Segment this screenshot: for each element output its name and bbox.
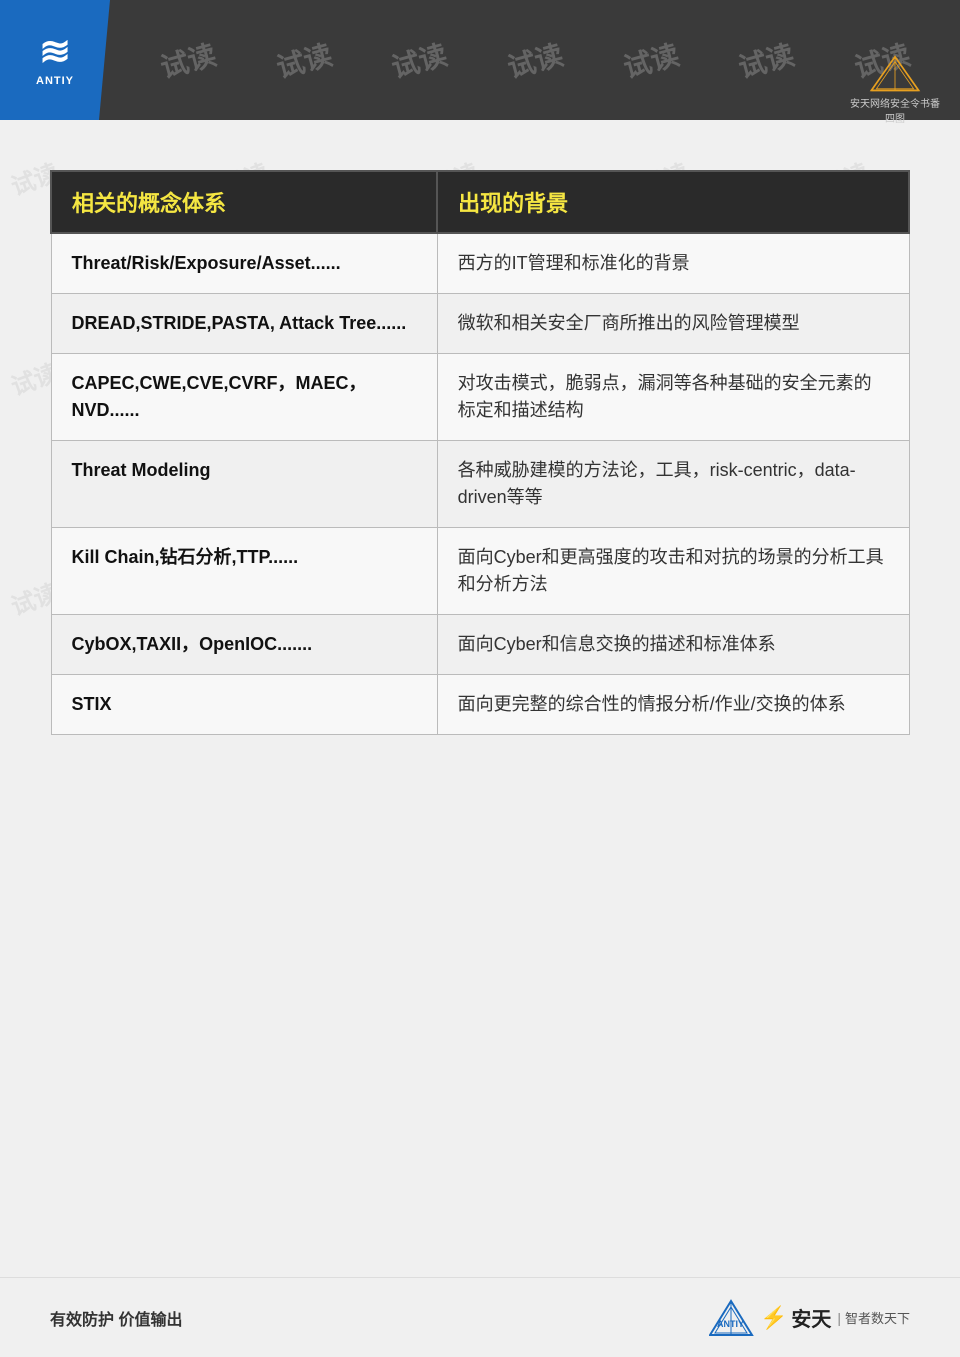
cell-col1-3: Threat Modeling [51,441,437,528]
main-content: 试读 试读 试读 试读 试读 试读 试读 试读 试读 试读 试读 试读 试读 试… [0,120,960,765]
cell-col1-5: CybOX,TAXII，OpenIOC....... [51,615,437,675]
footer: 有效防护 价值输出 ANTIY ⚡ 安天 | 智者数天下 [0,1277,960,1357]
cell-col2-4: 面向Cyber和更高强度的攻击和对抗的场景的分析工具和分析方法 [437,528,909,615]
logo-block: ≋ ANTIY [0,0,110,120]
footer-logo-main: ⚡ 安天 | 智者数天下 [760,1303,910,1332]
table-row: Threat Modeling各种威胁建模的方法论，工具，risk-centri… [51,441,909,528]
cell-col1-6: STIX [51,675,437,735]
footer-logo-sub: 智者数天下 [845,1308,910,1327]
logo-text: ANTIY [36,75,74,87]
cell-col2-0: 西方的IT管理和标准化的背景 [437,233,909,294]
header: ≋ ANTIY 试读 试读 试读 试读 试读 试读 试读 安天网络安全令书番四图 [0,0,960,120]
brand-logo: 安天网络安全令书番四图 [850,55,940,125]
col2-header: 出现的背景 [437,171,909,233]
logo-icon: ≋ [39,33,71,71]
cell-col1-4: Kill Chain,钻石分析,TTP...... [51,528,437,615]
cell-col2-1: 微软和相关安全厂商所推出的风险管理模型 [437,294,909,354]
table-row: CAPEC,CWE,CVE,CVRF，MAEC，NVD......对攻击模式，脆… [51,354,909,441]
svg-text:ANTIY: ANTIY [717,1319,744,1329]
concept-table: 相关的概念体系 出现的背景 Threat/Risk/Exposure/Asset… [50,170,910,735]
cell-col1-1: DREAD,STRIDE,PASTA, Attack Tree...... [51,294,437,354]
table-row: Threat/Risk/Exposure/Asset......西方的IT管理和… [51,233,909,294]
header-brand: 安天网络安全令书番四图 [850,55,940,125]
cell-col1-2: CAPEC,CWE,CVE,CVRF，MAEC，NVD...... [51,354,437,441]
watermark-4: 试读 [503,33,567,86]
table-row: STIX面向更完整的综合性的情报分析/作业/交换的体系 [51,675,909,735]
watermark-2: 试读 [271,33,335,86]
cell-col2-5: 面向Cyber和信息交换的描述和标准体系 [437,615,909,675]
footer-divider: | [837,1310,841,1326]
footer-logo-name: 安天 [791,1303,831,1332]
table-header-row: 相关的概念体系 出现的背景 [51,171,909,233]
watermark-6: 试读 [734,33,798,86]
header-watermarks: 试读 试读 试读 试读 试读 试读 试读 安天网络安全令书番四图 [110,40,960,80]
footer-icon-bolt: ⚡ [760,1305,787,1331]
watermark-1: 试读 [156,33,220,86]
footer-tagline: 有效防护 价值输出 [50,1306,182,1330]
table-row: DREAD,STRIDE,PASTA, Attack Tree......微软和… [51,294,909,354]
col1-header: 相关的概念体系 [51,171,437,233]
cell-col2-3: 各种威胁建模的方法论，工具，risk-centric，data-driven等等 [437,441,909,528]
footer-logo-icon: ANTIY [709,1299,754,1337]
watermark-3: 试读 [387,33,451,86]
watermark-5: 试读 [618,33,682,86]
cell-col2-2: 对攻击模式，脆弱点，漏洞等各种基础的安全元素的标定和描述结构 [437,354,909,441]
cell-col1-0: Threat/Risk/Exposure/Asset...... [51,233,437,294]
table-row: Kill Chain,钻石分析,TTP......面向Cyber和更高强度的攻击… [51,528,909,615]
cell-col2-6: 面向更完整的综合性的情报分析/作业/交换的体系 [437,675,909,735]
footer-text-block: ⚡ 安天 | 智者数天下 [760,1303,910,1332]
table-row: CybOX,TAXII，OpenIOC.......面向Cyber和信息交换的描… [51,615,909,675]
footer-logo: ANTIY ⚡ 安天 | 智者数天下 [709,1299,910,1337]
